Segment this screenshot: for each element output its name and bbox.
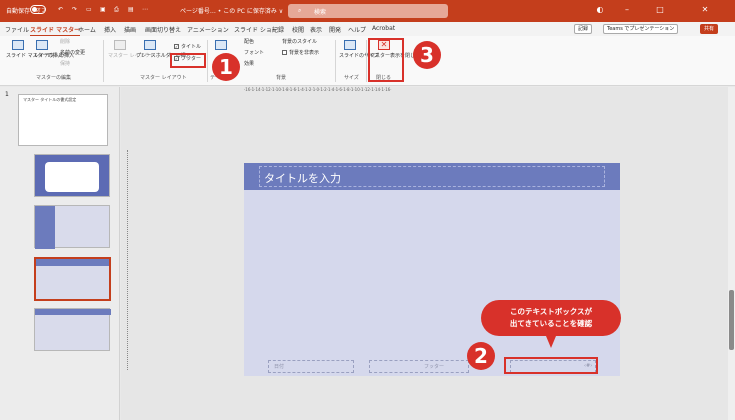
group-separator bbox=[335, 40, 336, 82]
horizontal-ruler: ·16·1·14·1·12·1·10·1·8·1·6·1·4·1·2·1·0·1… bbox=[244, 87, 392, 92]
search-box[interactable]: ⌕ 検索 bbox=[288, 4, 448, 18]
thumbnail-layout-3-selected[interactable] bbox=[34, 257, 111, 301]
preserve-button[interactable]: 保持 bbox=[60, 61, 70, 67]
close-master-highlight-box bbox=[368, 38, 404, 82]
vertical-scrollbar[interactable] bbox=[728, 87, 735, 420]
search-icon: ⌕ bbox=[298, 7, 302, 14]
callout-bubble: このテキストボックスが 出てきていることを確認 bbox=[481, 300, 621, 336]
footer-placeholder[interactable] bbox=[369, 360, 469, 373]
callout-line-2: 出てきていることを確認 bbox=[509, 319, 593, 328]
insert-master-button[interactable]: スライド マスターの挿入 bbox=[6, 53, 63, 59]
ribbon-tabs: ファイル スライド マスター ホーム 挿入 描画 画面切り替え アニメーション … bbox=[0, 22, 735, 37]
share-button[interactable]: 共有 bbox=[700, 24, 719, 34]
account-icon[interactable]: ◐ bbox=[595, 5, 605, 15]
insert-layout-icon bbox=[36, 40, 48, 50]
title-checkbox[interactable]: ✓ bbox=[174, 44, 179, 49]
tab-record[interactable]: 記録 bbox=[272, 25, 284, 34]
title-check-label: タイトル bbox=[181, 44, 202, 50]
step-3-badge: 3 bbox=[413, 41, 441, 69]
group-separator bbox=[103, 40, 104, 82]
tab-help[interactable]: ヘルプ bbox=[348, 25, 366, 34]
thumbnail-layout-4-title bbox=[35, 309, 111, 315]
redo-icon[interactable]: ↷ bbox=[72, 6, 77, 13]
insert-placeholder-icon bbox=[144, 40, 156, 50]
scrollbar-thumb[interactable] bbox=[729, 290, 734, 350]
insert-master-icon bbox=[12, 40, 24, 50]
tab-view[interactable]: 表示 bbox=[310, 25, 322, 34]
themes-icon[interactable] bbox=[215, 40, 227, 50]
hide-background-label: 背景を非表示 bbox=[289, 50, 320, 56]
group-separator bbox=[207, 40, 208, 82]
background-styles-button[interactable]: 背景のスタイル bbox=[282, 39, 317, 45]
step-1-badge: 1 bbox=[212, 53, 240, 81]
group-background-label: 背景 bbox=[276, 75, 287, 81]
thumbnail-layout-1[interactable] bbox=[34, 154, 110, 197]
slide-number: 1 bbox=[5, 91, 9, 98]
close-icon[interactable]: ✕ bbox=[700, 5, 710, 15]
date-placeholder-text: 日付 bbox=[274, 364, 285, 370]
thumbnail-layout-2[interactable] bbox=[34, 205, 110, 249]
tab-animations[interactable]: アニメーション bbox=[187, 25, 229, 34]
slide-thumbnail-pane: 1 マスター タイトルの書式設定 bbox=[0, 87, 120, 420]
group-edit-master-label: マスターの編集 bbox=[36, 75, 72, 81]
open-icon[interactable]: ▤ bbox=[128, 6, 134, 13]
slide-title-bar: タイトルを入力 bbox=[244, 163, 620, 190]
page-number-highlight-box bbox=[504, 357, 598, 374]
footer-highlight-box bbox=[170, 53, 206, 68]
teams-present-button[interactable]: Teams でプレゼンテーション bbox=[603, 24, 679, 34]
maximize-icon[interactable]: □ bbox=[655, 5, 665, 15]
tab-review[interactable]: 校閲 bbox=[292, 25, 304, 34]
thumbnail-master[interactable]: マスター タイトルの書式設定 bbox=[18, 94, 108, 146]
master-layout-icon bbox=[114, 40, 126, 50]
vertical-ruler bbox=[127, 150, 133, 370]
autosave-state: オフ bbox=[36, 8, 47, 14]
thumbnail-layout-4[interactable] bbox=[34, 308, 111, 351]
tab-developer[interactable]: 開発 bbox=[329, 25, 341, 34]
delete-button[interactable]: 削除 bbox=[60, 39, 70, 45]
thumbnail-layout-2-sidebar bbox=[35, 206, 55, 249]
effects-button[interactable]: 効果 bbox=[244, 61, 254, 67]
rename-button[interactable]: 名前の変更 bbox=[60, 50, 85, 56]
more-icon[interactable]: ⋯ bbox=[142, 6, 148, 13]
slide-title-text[interactable]: タイトルを入力 bbox=[264, 170, 341, 186]
title-bar: 自動保存 オフ ↶ ↷ ▭ ▣ ⎙ ▤ ⋯ ページ番号… • この PC に保存… bbox=[0, 0, 735, 22]
record-button[interactable]: 記録 bbox=[574, 24, 593, 34]
tab-file[interactable]: ファイル bbox=[5, 25, 29, 34]
thumbnail-master-title: マスター タイトルの書式設定 bbox=[23, 97, 77, 102]
tab-acrobat[interactable]: Acrobat bbox=[372, 25, 395, 32]
autosave-label: 自動保存 bbox=[6, 8, 31, 15]
master-layout-button[interactable]: マスター レイアウト bbox=[108, 53, 155, 59]
footer-placeholder-text: フッター bbox=[424, 364, 445, 370]
colors-button[interactable]: 配色 bbox=[244, 39, 254, 45]
slide-size-button[interactable]: スライドのサイズ bbox=[339, 53, 379, 59]
slide-layout: タイトルを入力 日付 フッター ‹#› bbox=[244, 163, 620, 376]
tab-insert[interactable]: 挿入 bbox=[104, 25, 116, 34]
insert-placeholder-button[interactable]: プレースホルダーの挿入 bbox=[136, 53, 191, 59]
start-slideshow-icon[interactable]: ▭ bbox=[86, 6, 92, 13]
search-placeholder: 検索 bbox=[314, 9, 327, 16]
tab-home[interactable]: ホーム bbox=[78, 25, 96, 34]
slide-size-icon bbox=[344, 40, 356, 50]
group-size-label: サイズ bbox=[344, 75, 359, 81]
save-icon[interactable]: ▣ bbox=[100, 6, 106, 13]
group-separator bbox=[366, 40, 367, 82]
thumbnail-layout-1-content bbox=[45, 162, 99, 192]
step-2-badge: 2 bbox=[467, 342, 495, 370]
insert-layout-button[interactable]: レイアウトの挿入 bbox=[34, 53, 74, 59]
callout-tail bbox=[546, 336, 556, 348]
tab-transitions[interactable]: 画面切り替え bbox=[145, 25, 181, 34]
tab-draw[interactable]: 描画 bbox=[124, 25, 136, 34]
print-icon[interactable]: ⎙ bbox=[114, 6, 119, 14]
group-master-layout-label: マスター レイアウト bbox=[140, 75, 187, 81]
document-title[interactable]: ページ番号… • この PC に保存済み ∨ bbox=[180, 6, 283, 15]
undo-icon[interactable]: ↶ bbox=[58, 6, 63, 13]
hide-background-checkbox[interactable] bbox=[282, 50, 287, 55]
callout-line-1: このテキストボックスが bbox=[509, 307, 593, 316]
fonts-button[interactable]: フォント bbox=[244, 50, 264, 56]
thumbnail-layout-3-title bbox=[36, 259, 109, 266]
minimize-icon[interactable]: – bbox=[622, 5, 632, 15]
